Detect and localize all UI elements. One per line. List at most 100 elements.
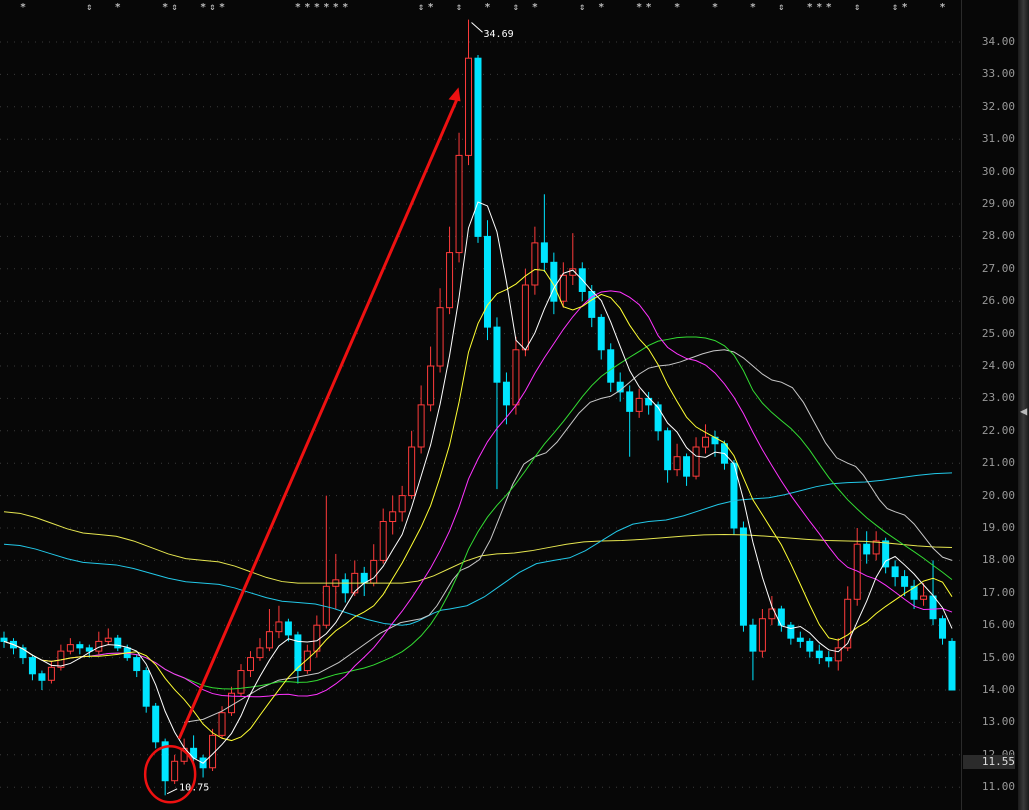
event-marker-icon[interactable]: * bbox=[816, 2, 822, 13]
candle-up bbox=[673, 456, 681, 471]
event-marker-icon[interactable]: ⇕ bbox=[778, 2, 784, 13]
event-marker-icon[interactable]: * bbox=[826, 2, 832, 13]
event-marker-icon[interactable]: * bbox=[314, 2, 320, 13]
event-marker-icon[interactable]: ⇕ bbox=[210, 2, 216, 13]
candle-down bbox=[502, 381, 510, 406]
event-marker-icon[interactable]: * bbox=[342, 2, 348, 13]
candle-up bbox=[218, 712, 226, 736]
ma120-line bbox=[3, 472, 953, 626]
event-marker-icon[interactable]: * bbox=[428, 2, 434, 13]
y-tick-label: 26.00 bbox=[981, 294, 1015, 308]
y-tick-label: 28.00 bbox=[981, 229, 1015, 243]
event-marker-icon[interactable]: ⇕ bbox=[86, 2, 92, 13]
candle-up bbox=[379, 521, 387, 561]
y-tick-label: 25.00 bbox=[981, 326, 1015, 340]
event-marker-icon[interactable]: * bbox=[598, 2, 604, 13]
event-marker-icon[interactable]: * bbox=[940, 2, 946, 13]
candle-up bbox=[844, 598, 852, 649]
candle-up bbox=[66, 644, 74, 652]
candle-down bbox=[683, 456, 691, 477]
candle-up bbox=[465, 57, 473, 156]
candle-up bbox=[256, 647, 264, 659]
candle-up bbox=[171, 760, 179, 782]
candle-down bbox=[749, 624, 757, 652]
candle-up bbox=[47, 666, 55, 681]
y-tick-label: 15.00 bbox=[981, 650, 1015, 664]
candle-up bbox=[455, 154, 463, 254]
event-marker-icon[interactable]: * bbox=[304, 2, 310, 13]
candle-down bbox=[929, 595, 937, 620]
event-marker-icon[interactable]: * bbox=[902, 2, 908, 13]
candle-down bbox=[0, 637, 8, 642]
candle-up bbox=[370, 559, 378, 584]
candle-down bbox=[483, 235, 491, 328]
axis-divider bbox=[961, 0, 962, 810]
candle-down bbox=[114, 637, 122, 649]
event-marker-icon[interactable]: * bbox=[750, 2, 756, 13]
candle-up bbox=[521, 284, 529, 351]
y-tick-label: 33.00 bbox=[981, 67, 1015, 81]
event-marker-icon[interactable]: * bbox=[20, 2, 26, 13]
candle-down bbox=[777, 608, 785, 626]
candle-down bbox=[76, 644, 84, 649]
event-marker-icon[interactable]: * bbox=[484, 2, 490, 13]
event-marker-icon[interactable]: ⇕ bbox=[418, 2, 424, 13]
event-marker-icon[interactable]: ⇕ bbox=[456, 2, 462, 13]
candle-down bbox=[806, 640, 814, 652]
candle-down bbox=[939, 618, 947, 639]
y-tick-label: 11.00 bbox=[981, 780, 1015, 794]
candle-up bbox=[531, 242, 539, 286]
y-tick-label: 20.00 bbox=[981, 488, 1015, 502]
candle-up bbox=[635, 397, 643, 412]
y-tick-label: 30.00 bbox=[981, 164, 1015, 178]
candle-up bbox=[265, 631, 273, 649]
candle-down bbox=[891, 566, 899, 578]
y-tick-label: 17.00 bbox=[981, 585, 1015, 599]
candle-down bbox=[28, 657, 36, 675]
event-marker-icon[interactable]: * bbox=[674, 2, 680, 13]
event-marker-icon[interactable]: ⇕ bbox=[172, 2, 178, 13]
ma20-line bbox=[3, 290, 953, 698]
candle-down bbox=[474, 57, 482, 237]
event-marker-icon[interactable]: * bbox=[200, 2, 206, 13]
candle-down bbox=[341, 579, 349, 594]
event-marker-icon[interactable]: * bbox=[333, 2, 339, 13]
event-marker-icon[interactable]: ⇕ bbox=[579, 2, 585, 13]
candle-up bbox=[237, 670, 245, 694]
y-tick-label: 18.00 bbox=[981, 553, 1015, 567]
event-marker-icon[interactable]: * bbox=[636, 2, 642, 13]
event-marker-icon[interactable]: * bbox=[532, 2, 538, 13]
candle-up bbox=[104, 637, 112, 642]
red-arrow-head-icon bbox=[448, 87, 461, 102]
event-marker-icon[interactable]: * bbox=[162, 2, 168, 13]
high-price-label: 34.69 bbox=[484, 29, 514, 40]
event-marker-icon[interactable]: * bbox=[712, 2, 718, 13]
y-tick-label: 16.00 bbox=[981, 618, 1015, 632]
event-marker-icon[interactable]: * bbox=[646, 2, 652, 13]
candle-down bbox=[664, 430, 672, 471]
expand-arrow-icon[interactable]: ◀ bbox=[1020, 404, 1027, 418]
candle-down bbox=[901, 576, 909, 587]
event-marker-icon[interactable]: * bbox=[323, 2, 329, 13]
event-marker-icon[interactable]: ⇕ bbox=[892, 2, 898, 13]
candle-down bbox=[863, 543, 871, 555]
candle-up bbox=[758, 618, 766, 652]
event-marker-icon[interactable]: * bbox=[219, 2, 225, 13]
candle-down bbox=[133, 657, 141, 672]
event-marker-icon[interactable]: ⇕ bbox=[513, 2, 519, 13]
ma30-line bbox=[3, 336, 953, 690]
candlestick-chart[interactable]: 34.6910.75* ⇕ * * ⇕ * ⇕ * * * * * * * ⇕ * ⇕ * ⇕ * ⇕ * * * * * * ⇕ * *… bbox=[0, 0, 962, 810]
candle-down bbox=[38, 673, 46, 681]
candle-down bbox=[815, 650, 823, 659]
candle-up bbox=[920, 595, 928, 600]
event-marker-icon[interactable]: * bbox=[807, 2, 813, 13]
event-marker-icon[interactable]: ⇕ bbox=[854, 2, 860, 13]
candle-down bbox=[787, 624, 795, 639]
candle-down bbox=[142, 670, 150, 707]
candle-up bbox=[436, 307, 444, 367]
event-marker-icon[interactable]: * bbox=[115, 2, 121, 13]
event-marker-icon[interactable]: * bbox=[295, 2, 301, 13]
candle-up bbox=[446, 252, 454, 309]
y-tick-label: 34.00 bbox=[981, 35, 1015, 48]
high-pointer-icon bbox=[471, 22, 483, 33]
